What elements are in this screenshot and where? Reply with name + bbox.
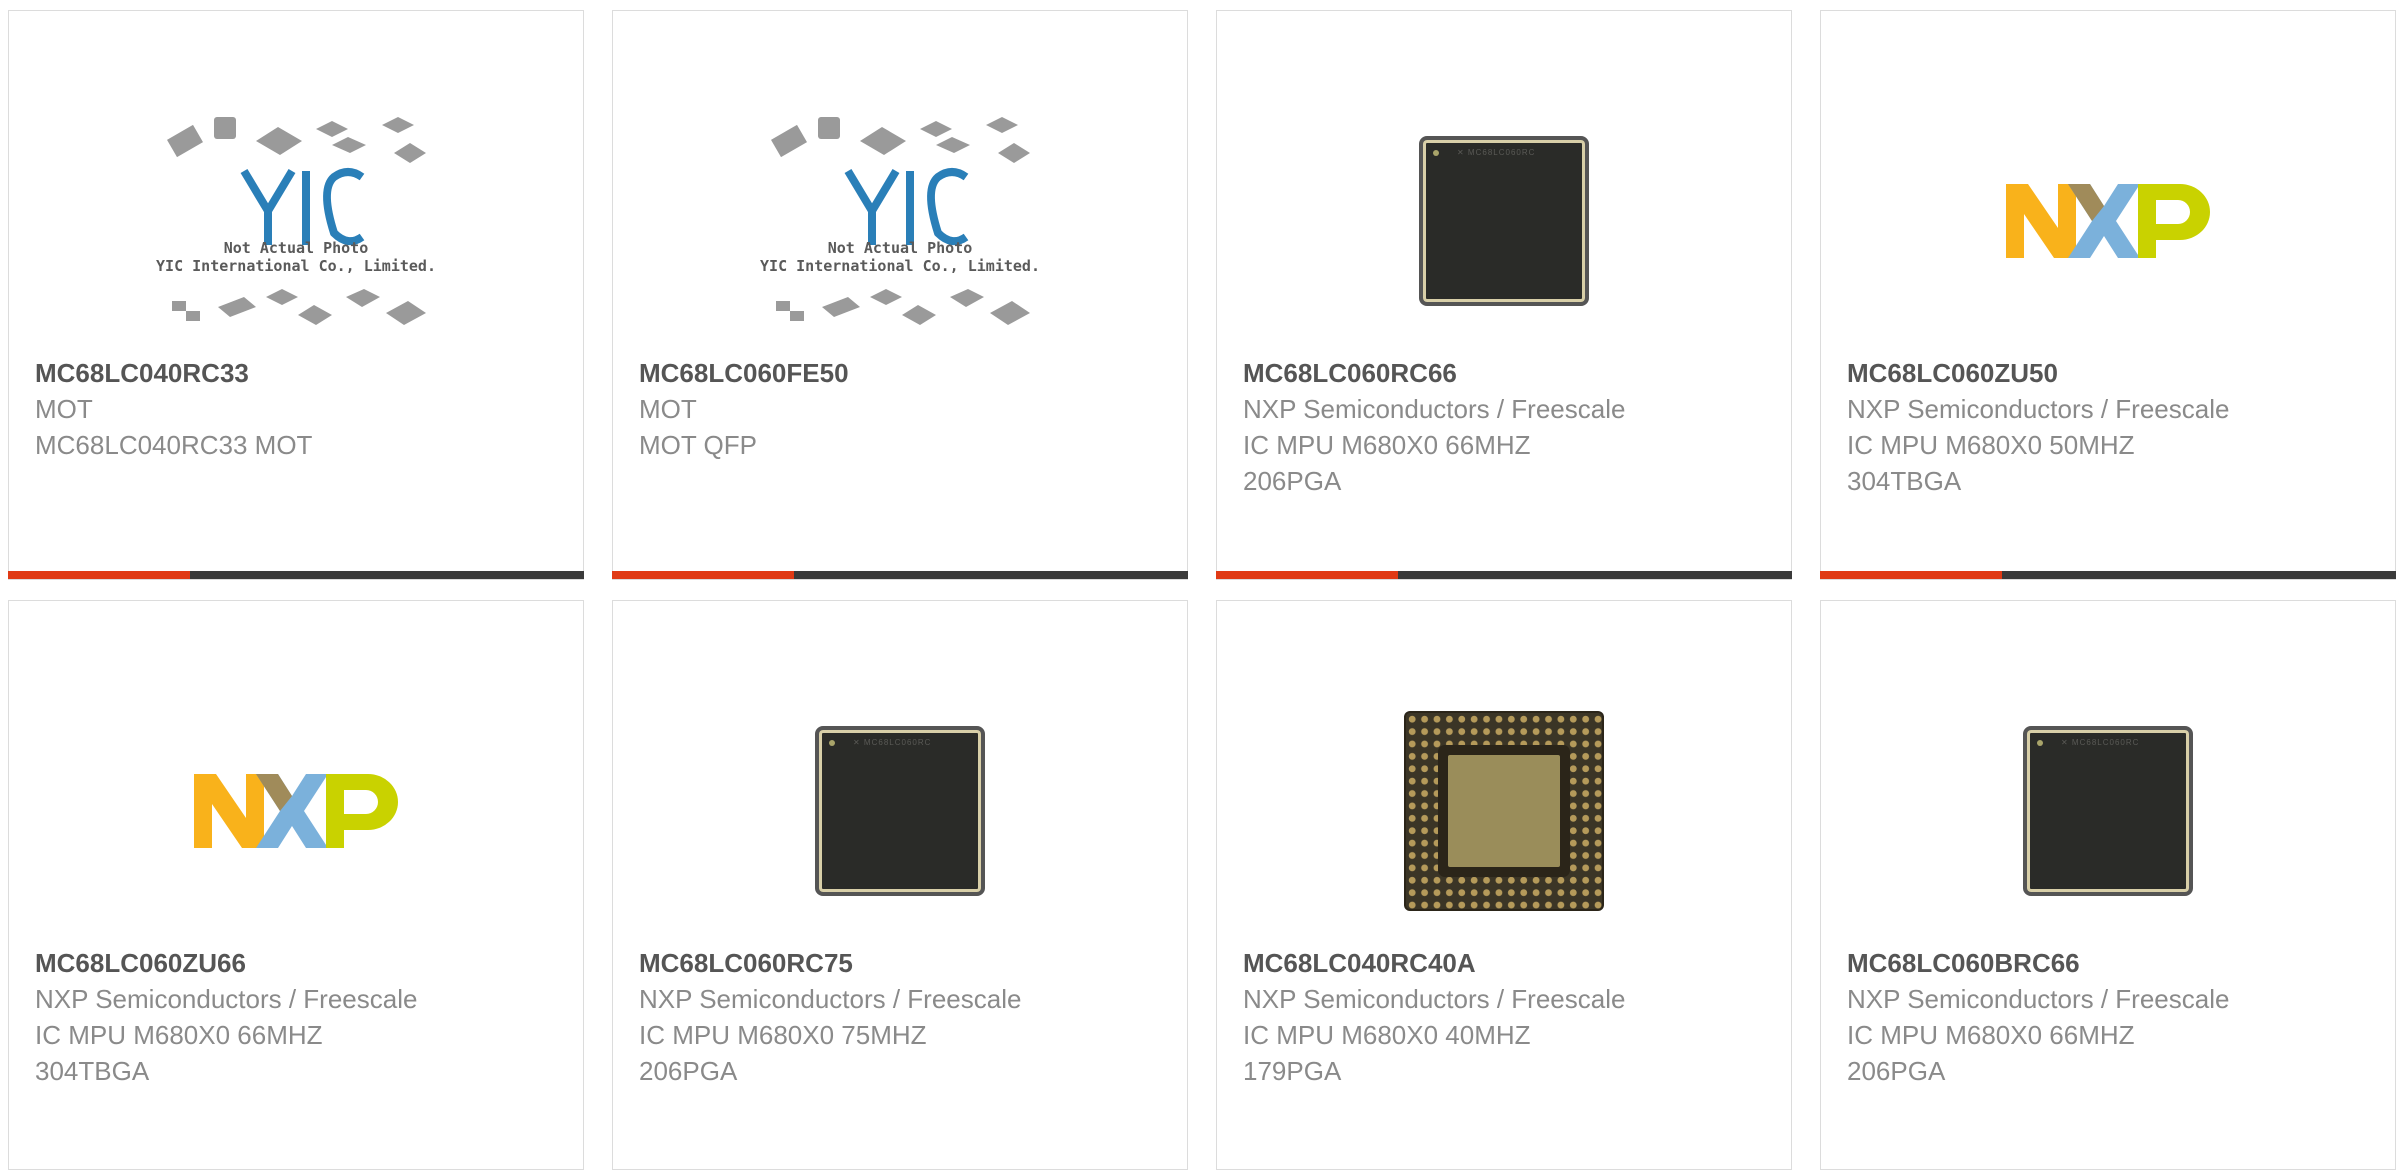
- part-number[interactable]: MC68LC060BRC66: [1847, 945, 2375, 981]
- description: IC MPU M680X0 75MHZ: [639, 1020, 927, 1050]
- chip-photo: ✕ MC68LC060RC: [2027, 730, 2189, 892]
- package: 206PGA: [1847, 1056, 1946, 1086]
- part-number[interactable]: MC68LC060RC75: [639, 945, 1167, 981]
- manufacturer: MOT: [35, 394, 93, 424]
- product-image[interactable]: ✕ MC68LC060RC: [1217, 91, 1791, 351]
- pga-chip-photo: [1406, 713, 1602, 909]
- manufacturer: NXP Semiconductors / Freescale: [35, 984, 418, 1014]
- image-caption-line-1: Not Actual Photo: [827, 239, 973, 257]
- product-card[interactable]: MC68LC040RC40A NXP Semiconductors / Free…: [1216, 600, 1792, 1170]
- package: 206PGA: [639, 1056, 738, 1086]
- product-image[interactable]: Not Actual Photo YIC International Co., …: [613, 91, 1187, 351]
- nxp-logo-image: [194, 774, 398, 848]
- part-number[interactable]: MC68LC040RC33: [35, 355, 563, 391]
- card-bottom-bar: [8, 571, 584, 579]
- part-number[interactable]: MC68LC040RC40A: [1243, 945, 1771, 981]
- image-caption-line-1: Not Actual Photo: [223, 239, 369, 257]
- nxp-logo-image: [2006, 184, 2210, 258]
- product-card[interactable]: Not Actual Photo YIC International Co., …: [612, 10, 1188, 580]
- product-image[interactable]: [1821, 91, 2395, 351]
- yic-placeholder-image: Not Actual Photo YIC International Co., …: [156, 101, 436, 341]
- manufacturer: NXP Semiconductors / Freescale: [1847, 394, 2230, 424]
- description: IC MPU M680X0 40MHZ: [1243, 1020, 1531, 1050]
- chip-photo: ✕ MC68LC060RC: [819, 730, 981, 892]
- product-image[interactable]: [1217, 681, 1791, 941]
- part-number[interactable]: MC68LC060ZU50: [1847, 355, 2375, 391]
- part-number[interactable]: MC68LC060RC66: [1243, 355, 1771, 391]
- product-card[interactable]: Not Actual Photo YIC International Co., …: [8, 10, 584, 580]
- image-caption-line-2: YIC International Co., Limited.: [156, 257, 436, 275]
- manufacturer: NXP Semiconductors / Freescale: [1243, 394, 1626, 424]
- yic-placeholder-image: Not Actual Photo YIC International Co., …: [760, 101, 1040, 341]
- manufacturer: NXP Semiconductors / Freescale: [1243, 984, 1626, 1014]
- package: 304TBGA: [1847, 466, 1962, 496]
- product-card[interactable]: MC68LC060ZU50 NXP Semiconductors / Frees…: [1820, 10, 2396, 580]
- product-image[interactable]: Not Actual Photo YIC International Co., …: [9, 91, 583, 351]
- part-number[interactable]: MC68LC060FE50: [639, 355, 1167, 391]
- product-grid: Not Actual Photo YIC International Co., …: [0, 0, 2400, 1170]
- product-image[interactable]: ✕ MC68LC060RC: [1821, 681, 2395, 941]
- product-card[interactable]: ✕ MC68LC060RC MC68LC060RC75 NXP Semicond…: [612, 600, 1188, 1170]
- description: MC68LC040RC33 MOT: [35, 430, 313, 460]
- product-image[interactable]: ✕ MC68LC060RC: [613, 681, 1187, 941]
- description: IC MPU M680X0 66MHZ: [1243, 430, 1531, 460]
- part-number[interactable]: MC68LC060ZU66: [35, 945, 563, 981]
- package: 206PGA: [1243, 466, 1342, 496]
- card-bottom-bar: [1820, 571, 2396, 579]
- package: 179PGA: [1243, 1056, 1342, 1086]
- description: IC MPU M680X0 66MHZ: [35, 1020, 323, 1050]
- product-image[interactable]: [9, 681, 583, 941]
- description: MOT QFP: [639, 430, 757, 460]
- description: IC MPU M680X0 50MHZ: [1847, 430, 2135, 460]
- package: 304TBGA: [35, 1056, 150, 1086]
- product-card[interactable]: ✕ MC68LC060RC MC68LC060RC66 NXP Semicond…: [1216, 10, 1792, 580]
- manufacturer: MOT: [639, 394, 697, 424]
- chip-photo: ✕ MC68LC060RC: [1423, 140, 1585, 302]
- product-card[interactable]: ✕ MC68LC060RC MC68LC060BRC66 NXP Semicon…: [1820, 600, 2396, 1170]
- card-bottom-bar: [612, 571, 1188, 579]
- manufacturer: NXP Semiconductors / Freescale: [639, 984, 1022, 1014]
- description: IC MPU M680X0 66MHZ: [1847, 1020, 2135, 1050]
- manufacturer: NXP Semiconductors / Freescale: [1847, 984, 2230, 1014]
- product-card[interactable]: MC68LC060ZU66 NXP Semiconductors / Frees…: [8, 600, 584, 1170]
- card-bottom-bar: [1216, 571, 1792, 579]
- image-caption-line-2: YIC International Co., Limited.: [760, 257, 1040, 275]
